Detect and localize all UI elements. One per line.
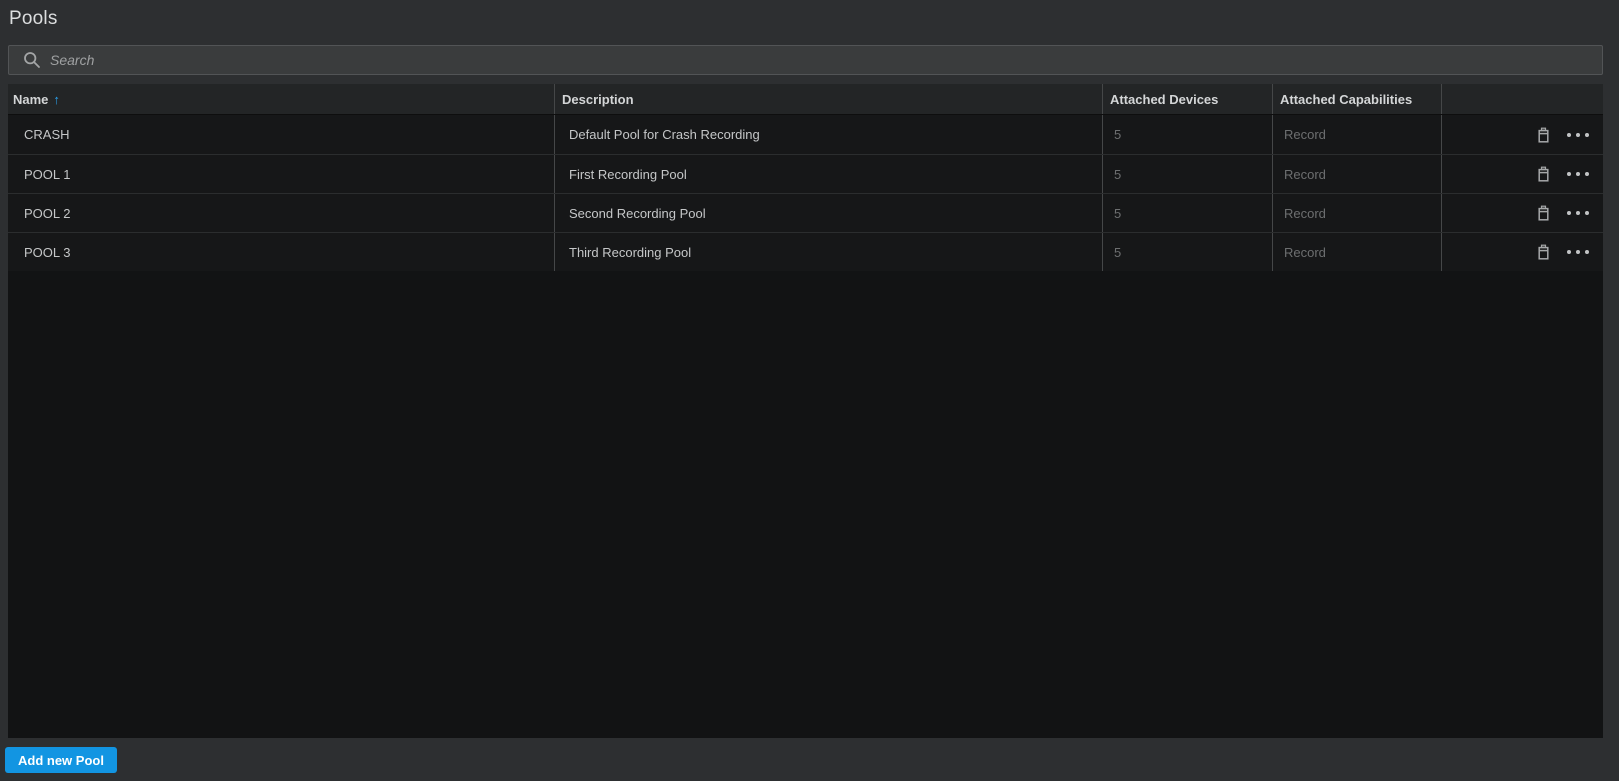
cell-name: POOL 2: [8, 194, 554, 232]
ellipsis-icon: [1567, 172, 1571, 176]
delete-pool-button[interactable]: [1537, 166, 1550, 182]
delete-pool-button[interactable]: [1537, 244, 1550, 260]
page-header: Pools: [0, 0, 1619, 38]
cell-description: Default Pool for Crash Recording: [554, 115, 1102, 154]
cell-name: POOL 3: [8, 233, 554, 271]
more-actions-button[interactable]: [1567, 211, 1589, 215]
more-actions-button[interactable]: [1567, 250, 1589, 254]
cell-description: First Recording Pool: [554, 155, 1102, 193]
more-actions-button[interactable]: [1567, 133, 1589, 137]
delete-pool-button[interactable]: [1537, 127, 1550, 143]
column-header-attached-devices[interactable]: Attached Devices: [1102, 84, 1272, 114]
cell-attached-capabilities: Record: [1272, 194, 1441, 232]
cell-description: Second Recording Pool: [554, 194, 1102, 232]
column-header-attached-capabilities[interactable]: Attached Capabilities: [1272, 84, 1441, 114]
table-row[interactable]: CRASH Default Pool for Crash Recording 5…: [8, 115, 1603, 154]
cell-name: POOL 1: [8, 155, 554, 193]
table-empty-area: [8, 271, 1603, 738]
cell-attached-devices: 5: [1102, 155, 1272, 193]
cell-attached-capabilities: Record: [1272, 155, 1441, 193]
cell-name: CRASH: [8, 115, 554, 154]
column-header-name[interactable]: Name ↑: [8, 84, 554, 114]
more-actions-button[interactable]: [1567, 172, 1589, 176]
table-row[interactable]: POOL 1 First Recording Pool 5 Record: [8, 154, 1603, 193]
cell-attached-devices: 5: [1102, 115, 1272, 154]
cell-attached-devices: 5: [1102, 233, 1272, 271]
cell-actions: [1441, 155, 1603, 193]
page-title: Pools: [9, 8, 58, 30]
table-row[interactable]: POOL 2 Second Recording Pool 5 Record: [8, 193, 1603, 232]
cell-actions: [1441, 115, 1603, 154]
ellipsis-icon: [1567, 211, 1571, 215]
sort-ascending-icon: ↑: [53, 92, 60, 107]
cell-description: Third Recording Pool: [554, 233, 1102, 271]
cell-attached-capabilities: Record: [1272, 115, 1441, 154]
footer-bar: Add new Pool: [0, 738, 1619, 781]
column-header-description[interactable]: Description: [554, 84, 1102, 114]
ellipsis-icon: [1567, 250, 1571, 254]
delete-pool-button[interactable]: [1537, 205, 1550, 221]
table-row[interactable]: POOL 3 Third Recording Pool 5 Record: [8, 232, 1603, 271]
search-icon: [23, 51, 41, 69]
search-input[interactable]: [50, 52, 1594, 68]
pools-table: Name ↑ Description Attached Devices Atta…: [8, 84, 1603, 738]
column-header-actions: [1441, 84, 1603, 114]
trash-icon: [1537, 166, 1550, 182]
add-new-pool-button[interactable]: Add new Pool: [5, 747, 117, 773]
cell-attached-capabilities: Record: [1272, 233, 1441, 271]
trash-icon: [1537, 127, 1550, 143]
cell-actions: [1441, 233, 1603, 271]
cell-actions: [1441, 194, 1603, 232]
search-bar[interactable]: [8, 45, 1603, 75]
table-header-row: Name ↑ Description Attached Devices Atta…: [8, 84, 1603, 115]
trash-icon: [1537, 205, 1550, 221]
trash-icon: [1537, 244, 1550, 260]
cell-attached-devices: 5: [1102, 194, 1272, 232]
ellipsis-icon: [1567, 133, 1571, 137]
